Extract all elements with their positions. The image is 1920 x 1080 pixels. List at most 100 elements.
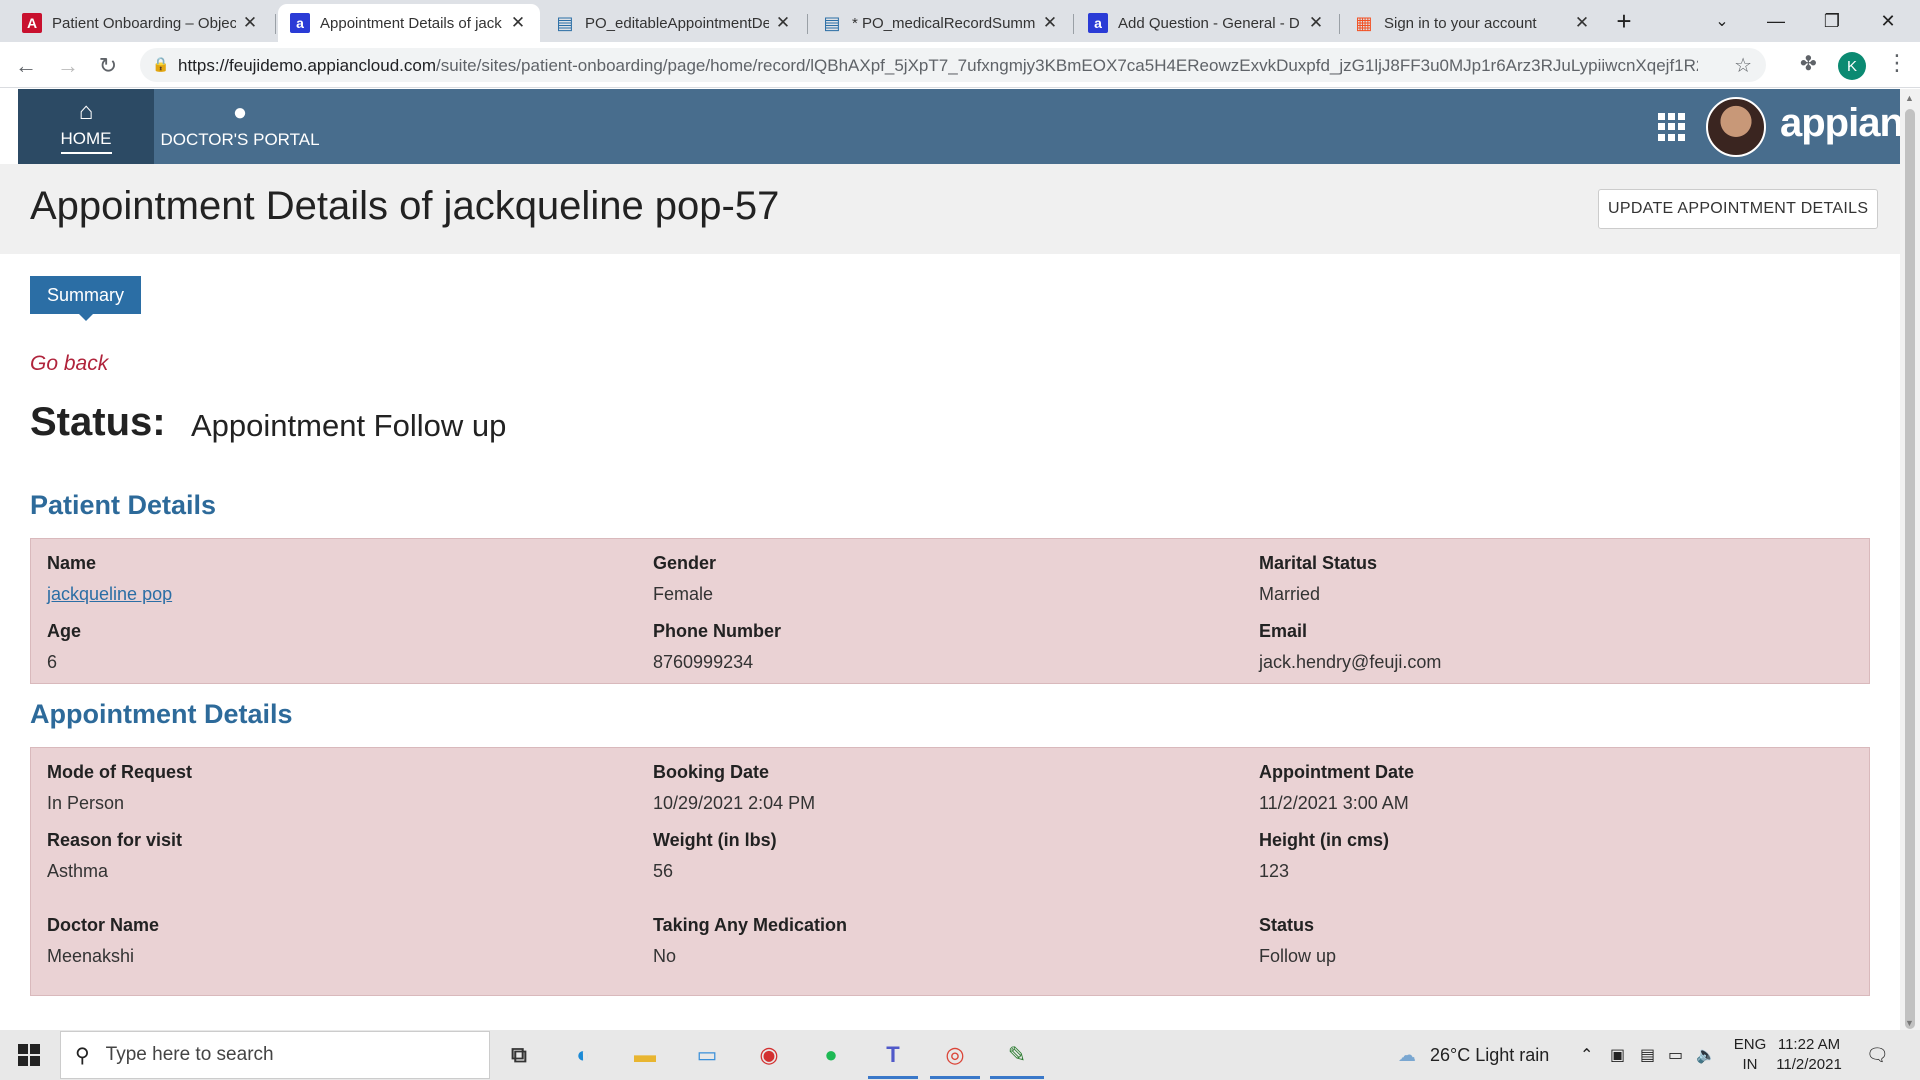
nav-tab-doctors-portal[interactable]: ● DOCTOR'S PORTAL bbox=[154, 89, 326, 164]
field-value: Meenakshi bbox=[47, 946, 135, 966]
tab-divider bbox=[807, 14, 808, 34]
region-code: IN bbox=[1742, 1056, 1758, 1073]
patient-name-link[interactable]: jackqueline pop bbox=[47, 584, 172, 605]
new-tab-icon[interactable]: + bbox=[1596, 0, 1652, 42]
forward-icon[interactable]: → bbox=[52, 50, 84, 82]
field-label: Mode of Request bbox=[47, 762, 193, 782]
tab-title: * PO_medicalRecordSumma bbox=[852, 14, 1036, 32]
scroll-down-icon[interactable]: ▼ bbox=[1905, 1018, 1914, 1028]
weather-widget[interactable]: ☁ 26°C Light rain bbox=[1398, 1030, 1549, 1080]
page-title-bar: Appointment Details of jackqueline pop-5… bbox=[0, 164, 1900, 254]
browser-tab-strip: A Patient Onboarding – Objec ✕ a Appoint… bbox=[0, 0, 1920, 42]
browser-menu-icon[interactable]: ⋮ bbox=[1886, 50, 1908, 76]
field-label: Height (in cms) bbox=[1259, 830, 1390, 850]
interface-favicon-icon: ▤ bbox=[556, 12, 574, 33]
field-label: Taking Any Medication bbox=[653, 915, 848, 935]
close-tab-icon[interactable]: ✕ bbox=[1306, 13, 1326, 33]
browser-toolbar: ← → ↻ 🔒 https://feujidemo.appiancloud.co… bbox=[0, 42, 1920, 88]
weather-text: 26°C Light rain bbox=[1430, 1044, 1550, 1065]
main-content: Summary Go back Status: Appointment Foll… bbox=[0, 254, 1900, 1030]
reload-icon[interactable]: ↻ bbox=[92, 50, 124, 82]
computer-icon[interactable]: ▭ bbox=[690, 1038, 724, 1072]
search-placeholder: Type here to search bbox=[105, 1044, 274, 1065]
edge-icon[interactable]: ◐ bbox=[566, 1038, 600, 1072]
minimize-icon[interactable]: — bbox=[1748, 0, 1804, 42]
nav-tab-home[interactable]: ⌂ HOME bbox=[18, 89, 154, 164]
page-scrollbar[interactable]: ▲ ▼ bbox=[1900, 89, 1920, 1030]
system-clock[interactable]: 11:22 AM 11/2/2021 bbox=[1774, 1035, 1844, 1075]
notepad-active-indicator bbox=[990, 1076, 1044, 1079]
tab-title: Add Question - General - D bbox=[1118, 14, 1300, 32]
field-marital-status: Marital Status Married bbox=[1259, 553, 1377, 605]
close-window-icon[interactable]: ✕ bbox=[1860, 0, 1916, 42]
task-view-icon[interactable]: ⧉ bbox=[502, 1038, 536, 1072]
field-label: Booking Date bbox=[653, 762, 770, 782]
spotify-icon[interactable]: ● bbox=[814, 1038, 848, 1072]
update-appointment-button[interactable]: UPDATE APPOINTMENT DETAILS bbox=[1598, 189, 1879, 229]
file-explorer-icon[interactable]: ▬ bbox=[628, 1038, 662, 1072]
acrobat-favicon-icon: A bbox=[22, 13, 42, 33]
start-button[interactable] bbox=[0, 1030, 58, 1080]
restore-icon[interactable]: ❐ bbox=[1804, 0, 1860, 42]
close-tab-icon[interactable]: ✕ bbox=[240, 13, 260, 33]
field-label: Name bbox=[47, 553, 97, 573]
scrollbar-thumb[interactable] bbox=[1905, 109, 1915, 1029]
show-hidden-icons[interactable]: ⌃ bbox=[1580, 1030, 1593, 1080]
status-value: Appointment Follow up bbox=[191, 408, 507, 443]
user-icon: ● bbox=[232, 99, 248, 126]
clock-date: 11/2/2021 bbox=[1776, 1056, 1842, 1073]
browser-tab[interactable]: ▦ Sign in to your account ✕ bbox=[1342, 4, 1604, 42]
field-label: Marital Status bbox=[1259, 553, 1378, 573]
teams-icon[interactable]: T bbox=[876, 1038, 910, 1072]
tab-summary[interactable]: Summary bbox=[30, 276, 142, 321]
user-avatar[interactable] bbox=[1706, 97, 1766, 157]
extensions-icon[interactable]: ✤ bbox=[1800, 51, 1817, 76]
notifications-icon[interactable]: 🗨 bbox=[1866, 1030, 1889, 1080]
field-label: Status bbox=[1259, 915, 1315, 935]
tab-title: Patient Onboarding – Objec bbox=[52, 14, 236, 32]
tab-search-icon[interactable]: ⌄ bbox=[1694, 0, 1750, 42]
go-back-link[interactable]: Go back bbox=[30, 352, 108, 376]
record-app-icon[interactable]: ◉ bbox=[752, 1038, 786, 1072]
app-launcher-icon[interactable] bbox=[1658, 113, 1686, 141]
field-value: 56 bbox=[653, 861, 674, 881]
close-tab-icon[interactable]: ✕ bbox=[773, 13, 793, 33]
field-value: Asthma bbox=[47, 861, 109, 881]
close-tab-icon[interactable]: ✕ bbox=[508, 13, 528, 33]
profile-avatar[interactable]: K bbox=[1838, 52, 1866, 80]
taskbar-search-box[interactable]: ⚲ Type here to search bbox=[60, 1031, 490, 1079]
volume-icon[interactable]: 🔈 bbox=[1696, 1030, 1716, 1080]
field-value: In Person bbox=[47, 793, 125, 813]
tab-divider bbox=[275, 14, 276, 34]
nav-tab-label: HOME bbox=[60, 129, 112, 154]
address-bar[interactable]: 🔒 https://feujidemo.appiancloud.com/suit… bbox=[140, 48, 1766, 82]
chrome-icon[interactable]: ◎ bbox=[938, 1038, 972, 1072]
field-value: Female bbox=[653, 584, 714, 604]
network-icon[interactable]: ▤ bbox=[1640, 1030, 1655, 1080]
field-taking-medication: Taking Any Medication No bbox=[653, 915, 847, 967]
field-phone-number: Phone Number 8760999234 bbox=[653, 621, 781, 673]
appointment-details-heading: Appointment Details bbox=[30, 699, 293, 729]
field-label: Phone Number bbox=[653, 621, 782, 641]
browser-tab[interactable]: a Add Question - General - D ✕ bbox=[1076, 4, 1338, 42]
tab-title: PO_editableAppointmentDe bbox=[585, 14, 769, 32]
close-tab-icon[interactable]: ✕ bbox=[1040, 13, 1060, 33]
browser-tab-active[interactable]: a Appointment Details of jack ✕ bbox=[278, 4, 540, 42]
field-label: Reason for visit bbox=[47, 830, 183, 850]
close-tab-icon[interactable]: ✕ bbox=[1572, 13, 1592, 33]
field-age: Age 6 bbox=[47, 621, 81, 673]
scroll-up-icon[interactable]: ▲ bbox=[1905, 93, 1914, 103]
back-icon[interactable]: ← bbox=[10, 50, 42, 82]
field-name: Name jackqueline pop bbox=[47, 553, 172, 605]
url-text: https://feujidemo.appiancloud.com/suite/… bbox=[178, 56, 1698, 76]
browser-tab[interactable]: ▤ * PO_medicalRecordSumma ✕ bbox=[810, 4, 1072, 42]
browser-tab[interactable]: A Patient Onboarding – Objec ✕ bbox=[10, 4, 272, 42]
search-icon: ⚲ bbox=[75, 1044, 90, 1067]
bookmark-star-icon[interactable]: ☆ bbox=[1734, 53, 1752, 78]
notepad-icon[interactable]: ✎ bbox=[1000, 1038, 1034, 1072]
meet-now-icon[interactable]: ▣ bbox=[1610, 1030, 1625, 1080]
battery-icon[interactable]: ▭ bbox=[1668, 1030, 1683, 1080]
browser-tab[interactable]: ▤ PO_editableAppointmentDe ✕ bbox=[543, 4, 805, 42]
language-indicator[interactable]: ENG IN bbox=[1732, 1035, 1768, 1075]
appointment-details-panel: Mode of Request In Person Booking Date 1… bbox=[30, 747, 1870, 996]
